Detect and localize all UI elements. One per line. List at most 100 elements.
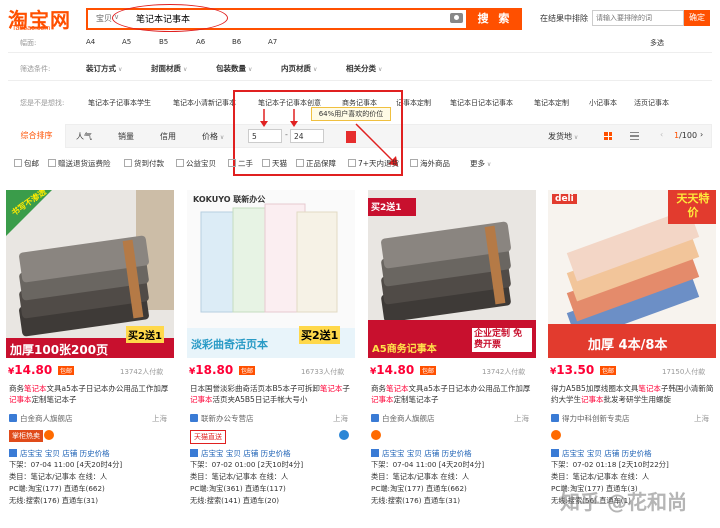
suggestion-link[interactable]: 笔记本定制 [534,98,569,108]
product-card[interactable]: 书写不渗透 加厚100张200页 买2送1 ¥14.80 包邮 13742人付款… [6,190,174,528]
image-promo: 买2送1 [371,203,402,213]
plugin-line: 无线:搜索(176) 直通车(31) [371,496,461,505]
tab-popularity[interactable]: 人气 [76,131,92,142]
shop-name[interactable]: 白金商人旗舰店 [20,413,73,424]
shop-name[interactable]: 得力中科创新专卖店 [562,413,630,424]
plugin-links[interactable]: 店宝宝 宝贝 店铺 历史价格 [371,448,472,459]
plugin-line: PC端:淘宝(361) 直通车(117) [190,484,286,493]
shop-icon [551,414,559,422]
shop-name[interactable]: 白金商人旗舰店 [382,413,435,424]
filter-category[interactable]: 相关分类 ∨ [346,63,382,74]
size-option[interactable]: A4 [86,38,95,46]
next-page-button[interactable]: › [700,130,703,139]
suggestion-link[interactable]: 笔记本子记事本学生 [88,98,151,108]
suggestion-link[interactable]: 笔记本小清新记事本 [173,98,236,108]
price: ¥18.80 [189,363,234,377]
plugin-line: 类目：笔记本/记事本 在线：人 [551,472,650,481]
checkbox-charity[interactable]: 公益宝贝 [176,158,216,169]
pager: 1/100 [674,131,698,140]
filter-paper[interactable]: 内页材质 ∨ [281,63,317,74]
wangwang-icon[interactable] [339,430,349,440]
product-card[interactable]: KOKUYO 联新办公 淡彩曲奇活页本 买2送1 ¥18.80 包邮 16733… [187,190,355,528]
plugin-icon [551,449,559,457]
chevron-down-icon: ∨ [378,66,383,73]
checkbox-genuine[interactable]: 正品保障 [296,158,336,169]
checkbox-free-shipping[interactable]: 包邮 [14,158,39,169]
free-shipping-tag: 包邮 [420,366,437,375]
location: 上海 [514,414,529,423]
checkbox-cod[interactable]: 货到付款 [124,158,164,169]
prev-page-button[interactable]: ‹ [660,130,663,139]
ship-from-select[interactable]: 发货地 ∨ [548,131,578,142]
location: 上海 [694,414,709,423]
free-shipping-tag: 包邮 [600,366,617,375]
tab-sales[interactable]: 销量 [118,131,134,142]
product-card[interactable]: 买2送1 A5商务记事本 企业定制 免费开票 ¥14.80 包邮 13742人付… [368,190,536,528]
product-image[interactable]: KOKUYO 联新办公 淡彩曲奇活页本 买2送1 [187,190,355,358]
price: ¥13.50 [550,363,595,377]
plugin-links[interactable]: 店宝宝 宝贝 店铺 历史价格 [190,448,291,459]
tab-default-sort[interactable]: 综合排序 [8,124,66,148]
filter-pack[interactable]: 包装数量 ∨ [216,63,252,74]
search-button[interactable]: 搜 索 [468,8,522,30]
wangwang-icon[interactable] [551,430,561,440]
wangwang-icon[interactable] [44,430,54,440]
grid-view-icon[interactable] [604,132,612,140]
size-option[interactable]: A5 [122,38,131,46]
shop-icon [9,414,17,422]
wangwang-icon[interactable] [371,430,381,440]
free-shipping-tag: 包邮 [239,366,256,375]
image-promo: 买2送1 [299,326,341,344]
filter-binding[interactable]: 装订方式 ∨ [86,63,122,74]
product-title[interactable]: 日本国誉淡彩曲奇活页本B5本子可拆卸笔记本子记事本活页夹A5B5日记手帐大号小 [190,383,354,405]
chevron-down-icon: ∨ [572,134,579,141]
filter-cover[interactable]: 封面材质 ∨ [151,63,187,74]
list-view-icon[interactable] [630,132,639,140]
camera-icon[interactable] [450,13,463,23]
product-image[interactable]: 书写不渗透 加厚100张200页 买2送1 [6,190,174,358]
tab-price[interactable]: 价格 ∨ [202,131,224,142]
search-scope-select[interactable]: 宝贝 [96,13,112,24]
size-option[interactable]: B5 [159,38,168,46]
confirm-button[interactable]: 确定 [684,10,710,26]
image-caption: A5商务记事本 [372,344,437,355]
tab-credit[interactable]: 信用 [160,131,176,142]
checkbox-return-insurance[interactable]: 赠送退货运费险 [48,158,111,169]
product-image[interactable]: 买2送1 A5商务记事本 企业定制 免费开票 [368,190,536,358]
checkbox-overseas[interactable]: 海外商品 [410,158,450,169]
checkbox-second-hand[interactable]: 二手 [228,158,253,169]
plugin-line: 下架：07-04 11:00 [4天20时4分] [9,460,123,469]
image-promo: 天天特价 [676,192,710,219]
plugin-icon [190,449,198,457]
shop-name[interactable]: 联新办公专营店 [201,413,254,424]
size-option[interactable]: A6 [196,38,205,46]
suggestion-link[interactable]: 笔记本日记本记事本 [450,98,513,108]
size-option[interactable]: B6 [232,38,241,46]
exclude-label: 在结果中排除 [540,14,588,23]
plugin-links[interactable]: 店宝宝 宝贝 店铺 历史价格 [551,448,652,459]
size-option[interactable]: A7 [268,38,277,46]
sold-count: 13742人付款 [482,368,526,376]
plugin-links[interactable]: 店宝宝 宝贝 店铺 历史价格 [9,448,110,459]
checkbox-7day-return[interactable]: 7+天内退货 [348,158,399,169]
plugin-line: 无线:搜索(176) 直通车(31) [9,496,99,505]
product-title[interactable]: 商务笔记本文具a5本子日记本办公用品工作加厚记事本定制笔记本子 [9,383,173,405]
product-title[interactable]: 商务笔记本文具a5本子日记本办公用品工作加厚记事本定制笔记本子 [371,383,535,405]
price: ¥14.80 [8,363,53,377]
suggestion-link[interactable]: 活页记事本 [634,98,669,108]
plugin-line: 下架：07-02 01:00 [2天10时4分] [190,460,304,469]
checkbox-tmall[interactable]: 天猫 [262,158,287,169]
product-title[interactable]: 得力A5B5加厚线圈本文具笔记本子韩国小清新简约大学生记事本批发考研学生用螺旋 [551,383,715,405]
shop-icon [190,414,198,422]
annotation-ellipse [112,4,228,32]
taobao-logo-en: Taobao.com [12,25,51,32]
more-options[interactable]: 更多 ∨ [470,158,491,169]
exclude-input[interactable] [592,10,684,26]
location: 上海 [333,414,348,423]
product-card[interactable]: deli 天天特价 加厚 4本/8本 ¥13.50 包邮 17150人付款 得力… [548,190,716,528]
multi-select-button[interactable]: 多选 [650,38,664,48]
product-image[interactable]: deli 天天特价 加厚 4本/8本 [548,190,716,358]
suggestion-link[interactable]: 小记事本 [589,98,617,108]
image-caption: 淡彩曲奇活页本 [191,338,268,351]
chevron-down-icon: ∨ [248,66,253,73]
